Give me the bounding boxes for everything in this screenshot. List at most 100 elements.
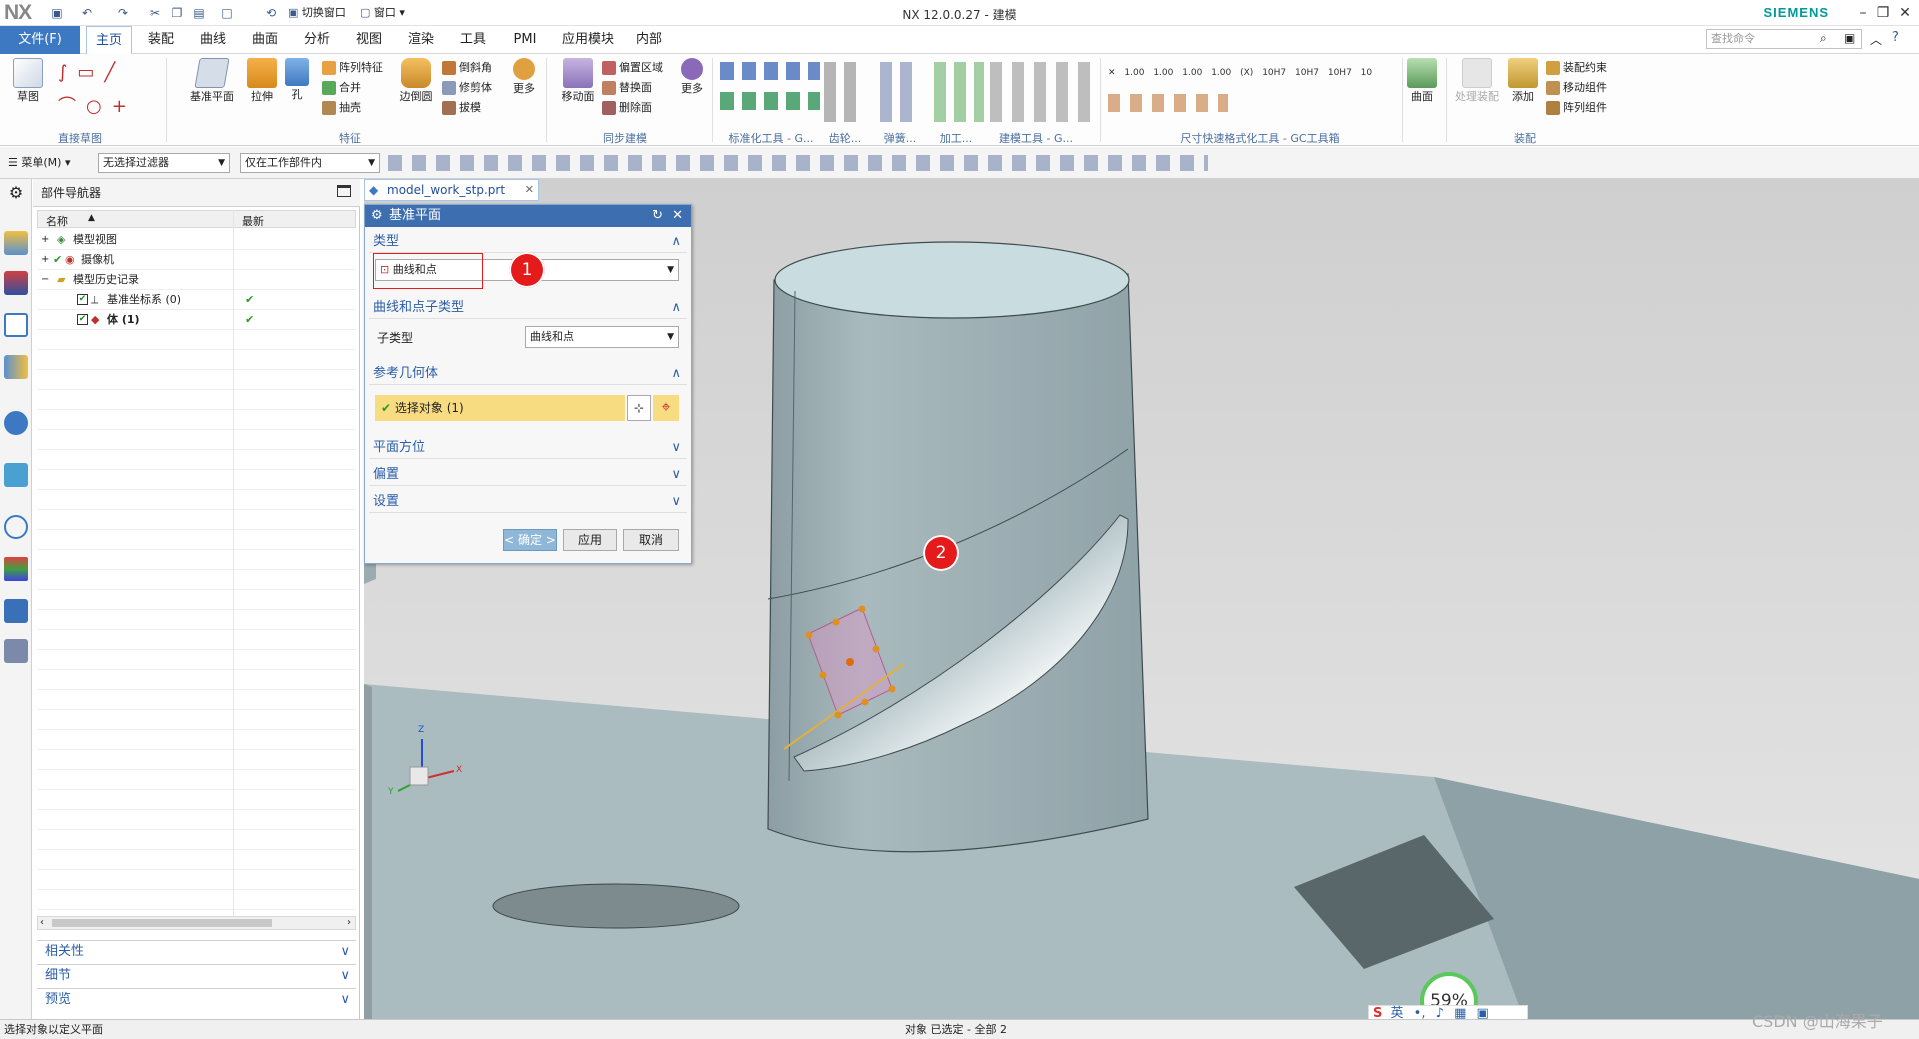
extrude-button[interactable]: 拉伸 [244, 58, 280, 104]
tab-pmi[interactable]: PMI [504, 26, 546, 54]
chamfer-button[interactable]: 倒斜角 [442, 58, 508, 78]
scroll-right-icon[interactable]: › [347, 917, 351, 928]
apply-button[interactable]: 应用 [563, 529, 617, 551]
sketch-button[interactable]: 草图 [8, 58, 48, 104]
web-browser-icon[interactable] [4, 463, 28, 487]
standard-tools-grid[interactable] [720, 62, 820, 122]
tab-application[interactable]: 应用模块 [556, 26, 620, 54]
help-icon[interactable]: ? [1892, 30, 1899, 45]
panel-dependencies[interactable]: 相关性 ∨ [37, 940, 356, 962]
settings-gear-icon[interactable]: ⚙ [4, 183, 28, 207]
process-studio-icon[interactable] [4, 599, 28, 623]
curve-snap-button[interactable]: ⊹ [627, 395, 651, 421]
more-sync-button[interactable]: 更多 [676, 58, 708, 96]
process-assembly-button[interactable]: 处理装配 [1450, 58, 1504, 104]
command-search-input[interactable]: 查找命令 [1706, 29, 1862, 49]
tab-assembly[interactable]: 装配 [140, 26, 182, 54]
history-clock-icon[interactable] [4, 515, 28, 539]
constraint-navigator-icon[interactable] [4, 271, 28, 295]
ime-toolbar[interactable]: S 英 •, ♪ ▦ ▣ [1368, 1005, 1528, 1019]
visibility-checkbox[interactable]: ✔ [77, 314, 88, 325]
move-component-button[interactable]: 移动组件 [1546, 78, 1636, 98]
tree-item[interactable]: + ✔ ◉ 摄像机 [37, 250, 356, 270]
expand-plus-icon[interactable]: + [41, 230, 49, 250]
tab-curve[interactable]: 曲线 [192, 26, 234, 54]
trim-body-button[interactable]: 修剪体 [442, 78, 508, 98]
sketch-curve-tools[interactable]: ∫▭╱ [58, 62, 158, 83]
close-tab-icon[interactable]: ✕ [525, 180, 534, 200]
reset-icon[interactable]: ↻ [652, 205, 663, 227]
tab-view[interactable]: 视图 [348, 26, 390, 54]
dimension-format-row[interactable]: ✕ 1.00 1.00 1.00 1.00 (X) 10H7 10H7 10H7… [1108, 68, 1398, 78]
selection-filter-dropdown[interactable]: 无选择过滤器 ▼ [98, 153, 230, 173]
assembly-constraints-button[interactable]: 装配约束 [1546, 58, 1636, 78]
pattern-component-button[interactable]: 阵列组件 [1546, 98, 1636, 118]
ribbon-collapse-icon[interactable]: ︿ [1870, 31, 1882, 48]
section-settings[interactable]: 设置 ∨ [369, 491, 687, 513]
close-button[interactable]: ✕ [1894, 3, 1916, 23]
window-layout-icon[interactable]: ▣ [1844, 31, 1855, 45]
reuse-library-icon[interactable] [4, 355, 28, 379]
tree-item[interactable]: + ◈ 模型视图 [37, 230, 356, 250]
minimize-button[interactable]: – [1852, 3, 1874, 23]
section-offset[interactable]: 偏置 ∨ [369, 464, 687, 486]
maximize-icon[interactable] [337, 185, 351, 197]
tab-render[interactable]: 渲染 [400, 26, 442, 54]
sketch-arc-circle-tools[interactable]: ⌒○+ [58, 92, 158, 118]
document-tab[interactable]: ◆ model_work_stp.prt ✕ [364, 179, 539, 201]
panel-preview[interactable]: 预览 ∨ [37, 988, 356, 1010]
spring-tools-icons[interactable] [880, 62, 920, 122]
section-curve-point-subtype[interactable]: 曲线和点子类型 ∧ [369, 297, 687, 319]
restore-button[interactable]: ❐ [1872, 3, 1894, 23]
dimension-tools-icons-2[interactable] [1108, 94, 1228, 112]
surface-button[interactable]: 曲面 [1404, 58, 1440, 104]
selection-scope-dropdown[interactable]: 仅在工作部件内 ▼ [240, 153, 380, 173]
move-face-button[interactable]: 移动面 [556, 58, 600, 104]
scrollbar-thumb[interactable] [52, 919, 272, 927]
section-plane-orientation[interactable]: 平面方位 ∨ [369, 437, 687, 459]
section-reference-geometry[interactable]: 参考几何体 ∧ [369, 363, 687, 385]
tab-home[interactable]: 主页 [86, 26, 132, 54]
add-component-button[interactable]: 添加 [1506, 58, 1540, 104]
ok-button[interactable]: < 确定 > [503, 529, 557, 551]
offset-region-button[interactable]: 偏置区域 [602, 58, 678, 78]
visualization-icon[interactable] [4, 557, 28, 581]
draft-button[interactable]: 拔模 [442, 98, 508, 118]
part-navigator-icon[interactable] [4, 313, 28, 337]
horizontal-scrollbar[interactable]: ‹ › [37, 916, 356, 930]
column-name-header[interactable]: 名称 [46, 213, 68, 229]
assembly-navigator-icon[interactable] [4, 231, 28, 255]
roles-icon[interactable] [4, 639, 28, 663]
search-icon[interactable]: ⌕ [1820, 31, 1827, 46]
tree-item[interactable]: ✔ ◆ 体 (1) ✔ [37, 310, 356, 330]
subtype-dropdown[interactable]: 曲线和点 ▼ [525, 326, 679, 348]
scroll-left-icon[interactable]: ‹ [40, 917, 44, 928]
tab-internal[interactable]: 内部 [628, 26, 670, 54]
select-object-row[interactable]: ✔ 选择对象 (1) [375, 395, 625, 421]
replace-face-button[interactable]: 替换面 [602, 78, 678, 98]
tab-tools[interactable]: 工具 [452, 26, 494, 54]
point-dialog-button[interactable]: ⌖ [653, 395, 679, 421]
hole-button[interactable]: 孔 [282, 58, 312, 102]
menu-button[interactable]: ☰ 菜单(M) ▾ [8, 154, 70, 170]
tree-item[interactable]: ✔ ⟂ 基准坐标系 (0) ✔ [37, 290, 356, 310]
panel-details[interactable]: 细节 ∨ [37, 964, 356, 986]
snap-point-toolbar[interactable] [388, 155, 1208, 171]
tab-analysis[interactable]: 分析 [296, 26, 338, 54]
file-menu-tab[interactable]: 文件(F) [0, 26, 80, 54]
section-type[interactable]: 类型 ∧ [369, 231, 687, 253]
tab-surface[interactable]: 曲面 [244, 26, 286, 54]
edge-blend-button[interactable]: 边倒圆 [394, 58, 438, 104]
delete-face-button[interactable]: 删除面 [602, 98, 678, 118]
visibility-checkbox[interactable]: ✔ [77, 294, 88, 305]
gear-tools-icons[interactable] [824, 62, 864, 122]
machining-tools-icons[interactable] [934, 62, 984, 122]
hd3d-tools-icon[interactable] [4, 411, 28, 435]
tree-item[interactable]: − ▰ 模型历史记录 [37, 270, 356, 290]
datum-plane-button[interactable]: 基准平面 [184, 58, 240, 104]
modeling-tools-icons[interactable] [990, 62, 1090, 122]
expand-plus-icon[interactable]: + [41, 250, 49, 270]
cancel-button[interactable]: 取消 [623, 529, 679, 551]
collapse-minus-icon[interactable]: − [41, 270, 49, 290]
more-features-button[interactable]: 更多 [508, 58, 540, 96]
